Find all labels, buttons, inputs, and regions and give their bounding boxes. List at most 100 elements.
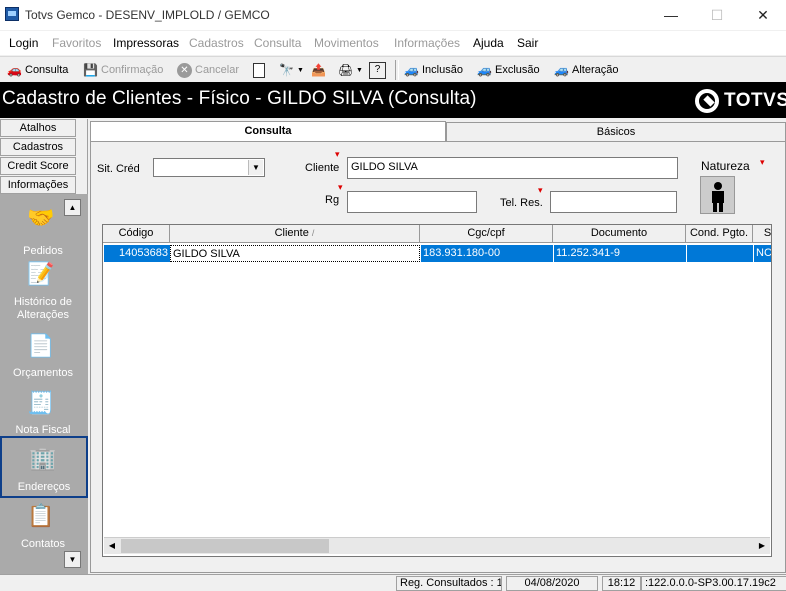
shortcut-enderecos[interactable]: 🏢 Endereços	[0, 436, 88, 498]
required-marker: ▾	[538, 185, 543, 195]
menu-consulta[interactable]: Consulta	[254, 36, 301, 50]
tab-consulta[interactable]: Consulta	[90, 121, 446, 142]
column-header-s[interactable]: S	[753, 225, 771, 243]
dropdown-arrow-icon: ▼	[297, 66, 304, 74]
building-icon: 🏢	[29, 446, 57, 471]
scroll-left-button[interactable]: ◀	[104, 538, 120, 554]
totvs-logo-icon	[695, 89, 719, 113]
sit-cred-label: Sit. Créd	[97, 163, 140, 175]
person-leg	[719, 203, 723, 212]
save-icon: 💾	[83, 62, 98, 77]
person-leg	[713, 203, 717, 212]
status-version: :122.0.0.0-SP3.00.17.19c2	[641, 576, 786, 591]
column-header-codigo[interactable]: Código	[103, 225, 170, 243]
cancelar-button[interactable]: ✕ Cancelar	[177, 61, 239, 79]
new-document-button[interactable]	[253, 61, 265, 79]
export-icon: 📤	[311, 62, 326, 77]
column-header-cliente[interactable]: Cliente /	[170, 225, 420, 243]
tab-basicos[interactable]: Básicos	[446, 122, 786, 142]
sit-cred-select[interactable]: ▼	[153, 158, 265, 177]
status-bar: Reg. Consultados : 1 04/08/2020 18:12 :1…	[0, 574, 786, 591]
document-icon: 📄	[27, 333, 55, 358]
menu-ajuda[interactable]: Ajuda	[473, 36, 504, 50]
person-icon	[714, 182, 722, 190]
cell-s: NC	[753, 245, 771, 262]
close-button[interactable]: ✕	[740, 0, 786, 30]
credit-score-button[interactable]: Credit Score	[0, 157, 76, 175]
menu-sair[interactable]: Sair	[517, 36, 538, 50]
shortcut-contatos[interactable]: 📋 Contatos	[2, 502, 84, 556]
cliente-label: Cliente	[305, 162, 340, 174]
column-header-cond-pgto[interactable]: Cond. Pgto.	[686, 225, 753, 243]
history-icon: 📝	[27, 261, 55, 286]
rg-input[interactable]	[347, 191, 477, 213]
required-marker: ▾	[338, 182, 343, 192]
alteracao-button[interactable]: 🚙 Alteração	[554, 61, 618, 79]
rg-label: Rg	[325, 194, 340, 206]
results-grid: Código Cliente / Cgc/cpf Documento Cond.…	[102, 224, 772, 557]
menu-informacoes[interactable]: Informações	[394, 36, 460, 50]
shortcut-historico[interactable]: 📝 Histórico de Alterações	[2, 258, 84, 321]
tel-res-label: Tel. Res.	[500, 197, 543, 209]
edit-car-icon: 🚙	[554, 62, 569, 77]
new-document-icon	[253, 62, 265, 78]
page-header: Cadastro de Clientes - Físico - GILDO SI…	[0, 82, 786, 118]
title-bar: Totvs Gemco - DESENV_IMPLOLD / GEMCO — ☐…	[0, 0, 786, 30]
toolbar: 🚗 Consulta 💾 Confirmação ✕ Cancelar 🔭 ▼ …	[0, 56, 786, 81]
column-header-cgc-cpf[interactable]: Cgc/cpf	[420, 225, 553, 243]
confirmacao-button[interactable]: 💾 Confirmação	[83, 61, 163, 79]
cell-cond-pgto	[686, 245, 753, 262]
tel-res-input[interactable]	[550, 191, 677, 213]
minimize-button[interactable]: —	[648, 0, 694, 30]
status-date: 04/08/2020	[506, 576, 598, 591]
handshake-icon: 🤝	[27, 205, 55, 230]
inclusao-button[interactable]: 🚙 Inclusão	[404, 61, 463, 79]
atalhos-button[interactable]: Atalhos	[0, 119, 76, 137]
menu-movimentos[interactable]: Movimentos	[314, 36, 379, 50]
scroll-up-button[interactable]: ▲	[64, 199, 81, 216]
toolbar-separator	[395, 60, 399, 80]
natureza-label: Natureza	[701, 159, 750, 173]
exclusao-button[interactable]: 🚙 Exclusão	[477, 61, 540, 79]
binoculars-icon: 🔭	[279, 62, 294, 77]
informacoes-button[interactable]: Informações	[0, 176, 76, 194]
cadastros-button[interactable]: Cadastros	[0, 138, 76, 156]
column-header-documento[interactable]: Documento	[553, 225, 686, 243]
dropdown-arrow-icon: ▼	[356, 66, 363, 74]
logo-text: TOTVS	[724, 90, 786, 111]
menu-favoritos[interactable]: Favoritos	[52, 36, 101, 50]
scroll-thumb[interactable]	[121, 539, 329, 553]
scroll-down-button[interactable]: ▼	[64, 551, 81, 568]
menu-impressoras[interactable]: Impressoras	[113, 36, 179, 50]
binoculars-button[interactable]: 🔭 ▼	[279, 61, 304, 79]
table-row[interactable]: 14053683 GILDO SILVA 183.931.180-00 11.2…	[103, 245, 771, 262]
consulta-button[interactable]: 🚗 Consulta	[7, 61, 68, 79]
chevron-down-icon: ▼	[248, 160, 263, 175]
search-car-icon: 🚗	[7, 62, 22, 77]
page-title: Cadastro de Clientes - Físico - GILDO SI…	[2, 88, 477, 109]
cell-documento: 11.252.341-9	[553, 245, 686, 262]
contacts-icon: 📋	[27, 503, 55, 528]
status-records: Reg. Consultados : 1	[396, 576, 502, 591]
help-button[interactable]: ?	[369, 61, 386, 79]
printer-icon: 🖨	[338, 62, 354, 77]
horizontal-scrollbar[interactable]: ◀ ▶	[104, 537, 770, 554]
required-marker: ▾	[760, 157, 765, 167]
cliente-input[interactable]: GILDO SILVA	[347, 157, 678, 179]
help-icon: ?	[369, 61, 386, 79]
menu-login[interactable]: Login	[9, 36, 38, 50]
maximize-button[interactable]: ☐	[694, 0, 740, 30]
cancel-icon: ✕	[177, 62, 192, 78]
shortcut-orcamentos[interactable]: 📄 Orçamentos	[2, 330, 84, 384]
invoice-icon: 🧾	[27, 390, 55, 415]
cell-cgc-cpf: 183.931.180-00	[420, 245, 553, 262]
person-body-icon	[712, 191, 724, 203]
cell-cliente: GILDO SILVA	[170, 245, 420, 262]
export-button[interactable]: 📤	[311, 61, 326, 79]
print-button[interactable]: 🖨 ▼	[338, 61, 363, 79]
shortcut-nota-fiscal[interactable]: 🧾 Nota Fiscal	[2, 387, 84, 441]
natureza-button[interactable]	[700, 176, 735, 214]
menu-cadastros[interactable]: Cadastros	[189, 36, 244, 50]
scroll-right-button[interactable]: ▶	[754, 538, 770, 554]
status-time: 18:12	[602, 576, 641, 591]
